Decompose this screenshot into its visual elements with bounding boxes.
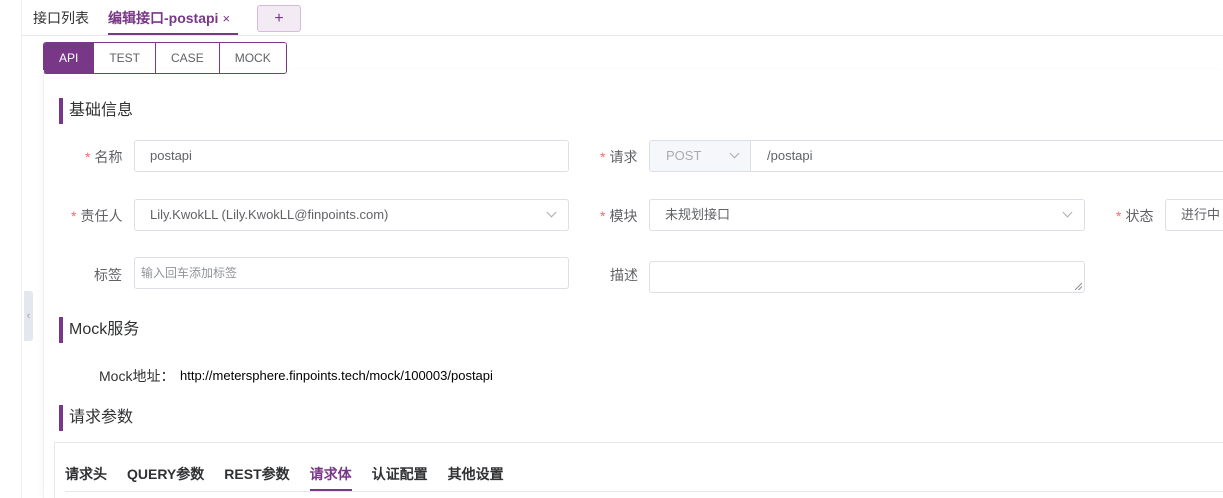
name-input[interactable]: postapi bbox=[134, 140, 569, 172]
tab-other-settings[interactable]: 其他设置 bbox=[448, 464, 504, 484]
param-tabs-divider bbox=[65, 491, 1223, 492]
tab-test[interactable]: TEST bbox=[93, 43, 156, 73]
collapse-handle[interactable]: ‹ bbox=[24, 291, 33, 341]
chevron-down-icon bbox=[546, 208, 558, 220]
active-tab-underline bbox=[108, 33, 238, 35]
owner-select[interactable]: Lily.KwokLL (Lily.KwokLL@finpoints.com) bbox=[134, 199, 569, 231]
tab-mock[interactable]: MOCK bbox=[218, 43, 286, 73]
description-textarea[interactable] bbox=[649, 261, 1085, 293]
tag-label: 标签 bbox=[94, 267, 122, 283]
left-sidebar-strip bbox=[0, 0, 22, 498]
top-tab-bar: 接口列表 编辑接口-postapi × + bbox=[22, 0, 1223, 36]
section-title-basic: 基础信息 bbox=[59, 98, 133, 124]
tab-headers[interactable]: 请求头 bbox=[65, 464, 107, 484]
plus-icon: + bbox=[274, 9, 284, 27]
path-input[interactable]: /postapi bbox=[750, 140, 1223, 172]
chevron-left-icon: ‹ bbox=[26, 310, 31, 322]
section-title-params: 请求参数 bbox=[59, 405, 133, 431]
chevron-down-icon bbox=[729, 149, 741, 161]
mock-address-label: Mock地址： bbox=[99, 368, 175, 384]
section-title-mock: Mock服务 bbox=[59, 317, 139, 343]
name-label: * 名称 bbox=[85, 149, 123, 165]
module-select[interactable]: 未规划接口 bbox=[649, 199, 1085, 231]
tab-edit-api[interactable]: 编辑接口-postapi × bbox=[108, 8, 230, 28]
chevron-down-icon bbox=[1062, 208, 1074, 220]
resize-grip-icon[interactable] bbox=[1075, 283, 1082, 290]
tab-auth-config[interactable]: 认证配置 bbox=[372, 464, 428, 484]
status-select[interactable]: 进行中 bbox=[1165, 199, 1223, 231]
owner-label: * 责任人 bbox=[71, 208, 123, 224]
request-param-tabs: 请求头 QUERY参数 REST参数 请求体 认证配置 其他设置 bbox=[65, 464, 524, 491]
status-label: * 状态 bbox=[1116, 208, 1154, 224]
tab-request-body[interactable]: 请求体 bbox=[309, 464, 352, 491]
request-label: * 请求 bbox=[600, 149, 638, 165]
method-select[interactable]: POST bbox=[649, 140, 751, 172]
mock-address-value: http://metersphere.finpoints.tech/mock/1… bbox=[180, 368, 493, 383]
description-label: 描述 bbox=[610, 267, 638, 283]
tab-case[interactable]: CASE bbox=[155, 43, 219, 73]
tab-api[interactable]: API bbox=[44, 43, 94, 73]
module-label: * 模块 bbox=[600, 208, 638, 224]
tag-input[interactable]: 输入回车添加标签 bbox=[134, 257, 569, 289]
add-tab-button[interactable]: + bbox=[257, 5, 301, 32]
tab-api-list[interactable]: 接口列表 bbox=[33, 8, 89, 28]
tab-query-params[interactable]: QUERY参数 bbox=[127, 464, 204, 484]
tab-rest-params[interactable]: REST参数 bbox=[224, 464, 289, 484]
close-icon[interactable]: × bbox=[222, 11, 230, 26]
